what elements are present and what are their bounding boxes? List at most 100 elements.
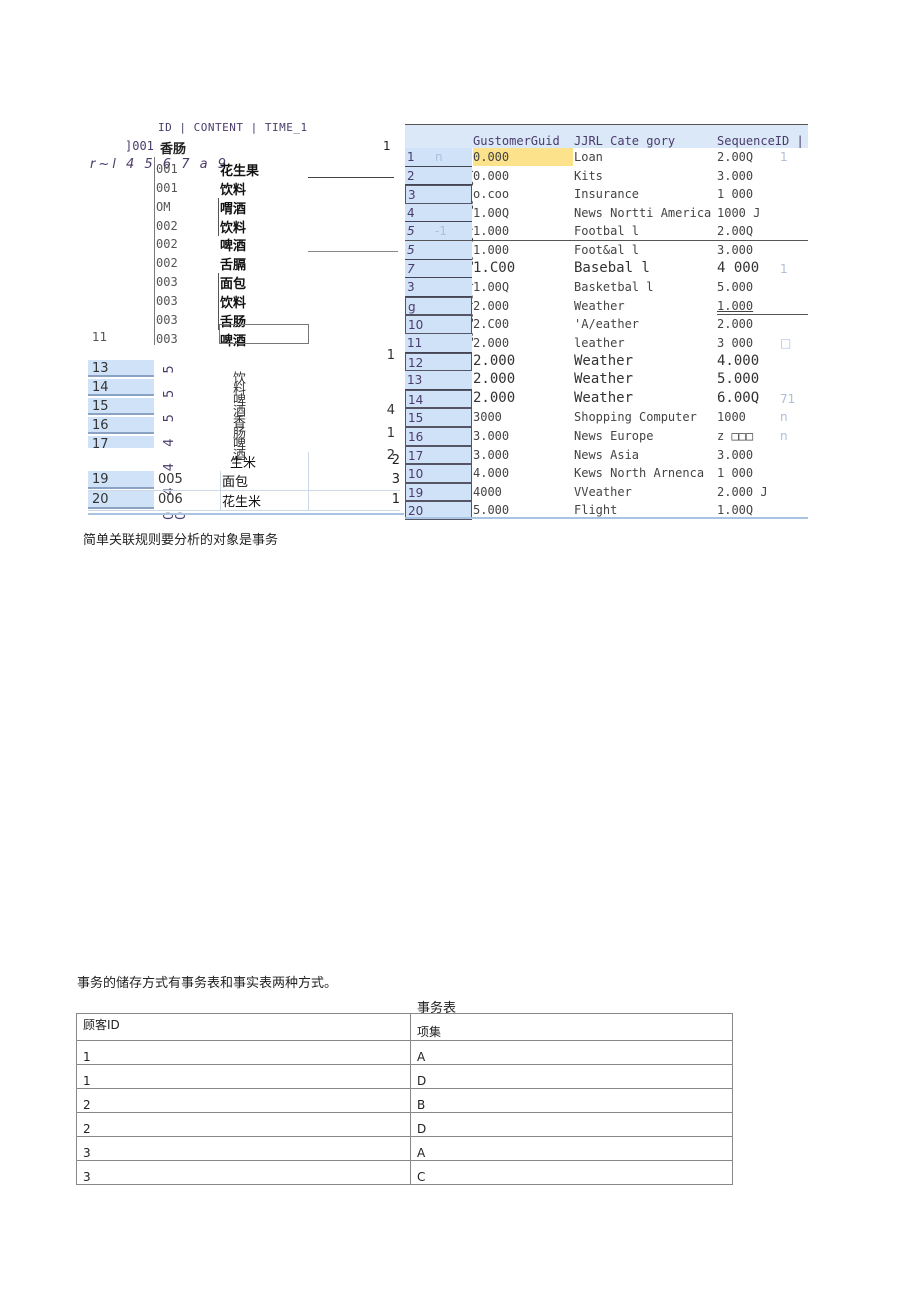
right-row-number: 19 [405, 482, 472, 502]
right-table-row: 2 0.000 Kits 3.000 [405, 166, 808, 186]
right-cell-sequence: 4 000 [717, 259, 760, 276]
left-row-id: OM [156, 200, 171, 214]
right-row-number: 12 [405, 352, 472, 372]
right-cell-category: Footbal l [574, 224, 640, 239]
right-cell-guid: 3000 [473, 410, 502, 425]
left-bottom-id: 005 [158, 472, 183, 487]
right-cell-guid: 3.000 [473, 447, 510, 462]
right-cell-category: Flight [574, 503, 618, 518]
right-cell-guid: 5.000 [473, 503, 510, 518]
right-cell-guid: 2.000 [473, 371, 516, 388]
right-cell-category: Weather [574, 298, 625, 313]
right-cell-guid: 4000 [473, 484, 502, 499]
left-row-rule [308, 177, 394, 178]
left-row-header: 15 [88, 398, 154, 415]
right-row-number: 10 [405, 315, 472, 334]
right-row-number: 2 [405, 166, 472, 186]
right-cell-guid: o.coo [473, 187, 510, 202]
right-cell-guid: 0.000 [473, 168, 510, 183]
right-table-row: 4 1.00Q News Nortti America 1000 J [405, 203, 808, 223]
right-cell-extra: 71 [780, 391, 796, 406]
left-row-content: 花生果 [220, 164, 260, 179]
left-row-content: 面包 [218, 273, 246, 292]
right-row-number: 3 [405, 278, 472, 297]
right-table-row: 14 2.000 Weather 6.00Q 71 [405, 389, 808, 409]
right-table-row: 15 3000 Shopping Computer 1000 n [405, 408, 808, 427]
cell-itemset: A [410, 1040, 733, 1065]
right-cell-sequence: z □□□ [717, 428, 754, 443]
right-row-rule [405, 240, 808, 241]
right-cell-category: Weather [574, 389, 634, 406]
cell-itemset: C [410, 1160, 733, 1185]
caption-transaction-object: 简单关联规则要分析的对象是事务 [83, 533, 279, 548]
cell-customer-id: 1 [76, 1064, 411, 1089]
cell-customer-id: 2 [76, 1088, 411, 1113]
cell-customer-id: 2 [76, 1112, 411, 1137]
right-rows: 1 n 0.000 Loan 2.00Q 1 2 0.000 Kits 3.000 3 o.coo In… [405, 148, 808, 520]
right-table-row: 10 4.000 Kews North Arnenca 1 000 [405, 464, 808, 483]
left-row-content: 饮料 [218, 217, 246, 236]
left-vertical-content: 饮料啤酒香肠啤酒 [230, 371, 245, 459]
left-spreadsheet-image: ID | CONTENT | TIME_1 ]001 香肠 1 r~l 4 5 … [80, 115, 474, 520]
right-cell-guid: 4.000 [473, 466, 510, 481]
left-row-header: 13 [88, 360, 154, 377]
right-table-row: g 2.000 Weather 1.000 [405, 296, 808, 316]
right-cell-category: Kews North Arnenca [574, 466, 705, 481]
right-table-row: 1 n 0.000 Loan 2.00Q 1 [405, 148, 808, 167]
right-cell-sequence: 5.000 [717, 371, 760, 388]
right-cell-category: Foot&al l [574, 242, 640, 257]
right-row-rule [717, 314, 808, 315]
right-cell-guid: 2.000 [473, 389, 516, 406]
cell-itemset: A [410, 1136, 733, 1161]
left-bottom-separator [220, 491, 221, 510]
left-bottom-separator [308, 491, 309, 510]
header-itemset: 项集 [410, 1013, 733, 1041]
left-row-rule [308, 251, 398, 252]
left-row-id: 002 [156, 237, 178, 251]
right-cell-sequence: 1 000 [717, 187, 754, 202]
left-bottom-border [88, 513, 404, 515]
right-cell-sequence: 2.00Q [717, 224, 754, 239]
right-cell-category: leather [574, 335, 625, 350]
right-cell-sequence: 1000 J [717, 205, 761, 220]
header-customer-id: 顾客ID [76, 1013, 411, 1041]
left-row-header: 17 [88, 436, 154, 448]
left-row-id: 001 [156, 162, 178, 176]
left-bottom-separator [308, 471, 309, 490]
right-cell-guid: 3.000 [473, 428, 510, 443]
right-cell-sequence: 2.00Q [717, 150, 754, 164]
right-cell-category: Kits [574, 168, 603, 183]
header-sequence-id: SequenceID | [717, 134, 804, 148]
left-bottom-separator [308, 452, 309, 471]
left-row-id: 003 [156, 294, 178, 308]
right-cell-sequence: 3.000 [717, 242, 754, 257]
cell-itemset: D [410, 1112, 733, 1137]
left-row-content: 舌膈 [220, 258, 247, 273]
left-row-header: 16 [88, 417, 154, 434]
right-cell-category: News Nortti America [574, 205, 712, 220]
right-cell-category: Insurance [574, 187, 640, 202]
right-table-row: 3 1.00Q Basketbal l 5.000 [405, 278, 808, 297]
right-cell-category: Basebal l [574, 259, 650, 276]
left-extra-time: 1 [386, 348, 395, 363]
right-cell-sequence: 3.000 [717, 168, 754, 183]
right-row-number-extra: n [435, 150, 443, 164]
right-cell-category: Weather [574, 352, 634, 369]
left-bottom-time: 2 [391, 453, 400, 468]
right-cell-guid: 0.000 [473, 148, 573, 166]
transaction-table-row: 2B [76, 1088, 733, 1113]
cell-itemset: B [410, 1088, 733, 1113]
right-cell-guid: 1.000 [473, 242, 510, 257]
left-bottom-content: 面包 [222, 475, 249, 490]
left-row-id: 002 [156, 219, 178, 233]
right-table-row: 16 3.000 News Europe z □□□ n [405, 426, 808, 446]
left-bottom-row: 20 006 花生米 1 [88, 491, 400, 511]
right-table-row: 10 2.C00 'A/eather 2.000 [405, 315, 808, 334]
caption-storage-methods: 事务的储存方式有事务表和事实表两种方式。 [77, 976, 338, 991]
right-row-number: 7 [405, 259, 472, 279]
transaction-table-row: 3A [76, 1136, 733, 1161]
transaction-table-row: 2D [76, 1112, 733, 1137]
cell-customer-id: 1 [76, 1040, 411, 1065]
right-cell-guid: 1.00Q [473, 205, 510, 220]
right-cell-extra: 1 [780, 261, 788, 276]
